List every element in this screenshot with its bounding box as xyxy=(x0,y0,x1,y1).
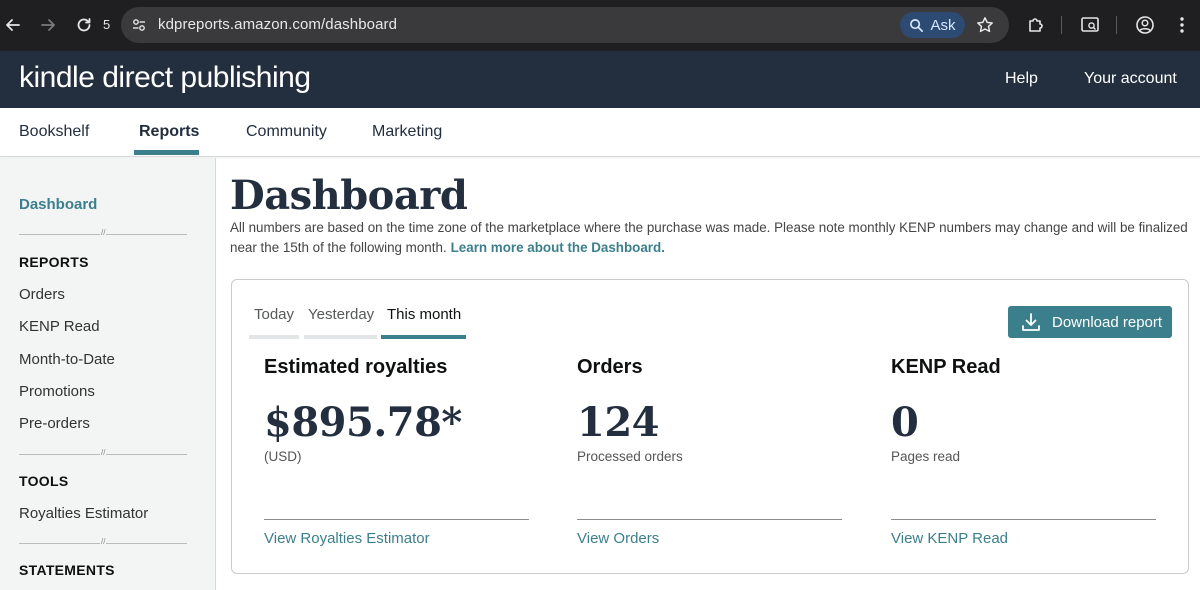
toolbar-divider xyxy=(1116,16,1117,34)
active-tab-indicator xyxy=(134,150,199,155)
star-icon xyxy=(977,17,993,33)
sidebar-item-kenp-read[interactable]: KENP Read xyxy=(19,318,100,335)
address-bar[interactable]: kdpreports.amazon.com/dashboard Ask xyxy=(121,7,1009,43)
search-icon xyxy=(910,18,924,32)
metric-value: 0 xyxy=(891,399,919,446)
sidebar-divider xyxy=(19,537,187,546)
tab-search-icon xyxy=(1081,17,1099,32)
metric-title: Estimated royalties xyxy=(264,356,448,378)
page-title: Dashboard xyxy=(230,172,468,219)
main-nav: Bookshelf Reports Community Marketing xyxy=(0,108,1200,157)
sidebar: Dashboard REPORTS Orders KENP Read Month… xyxy=(0,158,216,590)
back-button[interactable] xyxy=(0,12,26,38)
dashboard-card: Today Yesterday This month Download repo… xyxy=(231,279,1189,574)
view-orders-link[interactable]: View Orders xyxy=(577,530,659,547)
view-kenp-read-link[interactable]: View KENP Read xyxy=(891,530,1008,547)
intro-body: All numbers are based on the time zone o… xyxy=(230,220,1188,255)
tab-reports[interactable]: Reports xyxy=(139,123,199,141)
tab-search-button[interactable] xyxy=(1078,13,1102,37)
sidebar-divider xyxy=(19,228,187,237)
kdp-logo[interactable]: kindle direct publishing xyxy=(19,61,311,95)
account-icon xyxy=(1136,16,1154,34)
metric-subtitle: Processed orders xyxy=(577,449,683,464)
period-tab-today[interactable]: Today xyxy=(254,306,294,323)
site-settings-icon[interactable] xyxy=(131,17,147,33)
learn-more-link[interactable]: Learn more about the Dashboard. xyxy=(451,240,665,255)
metric-value: $895.78* xyxy=(264,399,462,446)
sidebar-item-promotions[interactable]: Promotions xyxy=(19,383,95,400)
help-link[interactable]: Help xyxy=(1005,70,1038,88)
sidebar-heading-reports: REPORTS xyxy=(19,254,89,270)
menu-button[interactable] xyxy=(1170,13,1194,37)
reload-button[interactable] xyxy=(71,12,97,38)
logo-kindle: kindle xyxy=(19,61,95,94)
tab-bookshelf[interactable]: Bookshelf xyxy=(19,123,89,141)
metric-orders: Orders 124 Processed orders View Orders xyxy=(577,356,842,547)
sidebar-item-orders[interactable]: Orders xyxy=(19,286,65,303)
metric-divider xyxy=(577,519,842,520)
tab-marketing[interactable]: Marketing xyxy=(372,123,442,141)
period-tab-this-month[interactable]: This month xyxy=(387,306,461,323)
metric-subtitle: Pages read xyxy=(891,449,961,464)
your-account-link[interactable]: Your account xyxy=(1084,70,1177,88)
sidebar-item-pre-orders[interactable]: Pre-orders xyxy=(19,415,90,432)
period-tab-active-bar xyxy=(381,335,466,339)
bookmark-button[interactable] xyxy=(973,13,997,37)
url-text[interactable]: kdpreports.amazon.com/dashboard xyxy=(158,16,397,33)
metric-kenp-read: KENP Read 0 Pages read View KENP Read xyxy=(891,356,1156,547)
download-report-button[interactable]: Download report xyxy=(1008,306,1172,338)
metric-value: 124 xyxy=(577,399,660,446)
intro-text: All numbers are based on the time zone o… xyxy=(230,218,1190,258)
period-tab-bar xyxy=(304,335,377,339)
arrow-left-icon xyxy=(6,19,20,31)
sidebar-item-dashboard[interactable]: Dashboard xyxy=(19,196,97,213)
download-report-label: Download report xyxy=(1052,313,1163,331)
forward-button[interactable] xyxy=(35,12,61,38)
sidebar-item-royalties-estimator[interactable]: Royalties Estimator xyxy=(19,505,148,522)
toolbar-divider xyxy=(1061,16,1062,34)
sidebar-heading-statements: STATEMENTS xyxy=(19,562,115,578)
metric-subtitle: (USD) xyxy=(264,449,302,464)
metric-estimated-royalties: Estimated royalties $895.78* (USD) View … xyxy=(264,356,529,547)
site-header: kindle direct publishing Help Your accou… xyxy=(0,51,1200,108)
puzzle-icon xyxy=(1029,18,1043,32)
metric-title: Orders xyxy=(577,356,643,378)
extensions-button[interactable] xyxy=(1024,13,1048,37)
profile-button[interactable] xyxy=(1133,13,1157,37)
metric-divider xyxy=(264,519,529,520)
tab-count: 5 xyxy=(103,17,111,32)
reload-icon xyxy=(77,18,91,32)
sidebar-divider xyxy=(19,448,187,457)
download-icon xyxy=(1022,313,1040,331)
ask-button[interactable]: Ask xyxy=(900,12,965,38)
browser-toolbar: 5 kdpreports.amazon.com/dashboard Ask xyxy=(0,0,1200,51)
arrow-right-icon xyxy=(41,19,55,31)
ask-label: Ask xyxy=(930,16,956,34)
sidebar-item-month-to-date[interactable]: Month-to-Date xyxy=(19,351,115,368)
metric-title: KENP Read xyxy=(891,356,1001,378)
tab-community[interactable]: Community xyxy=(246,123,327,141)
sidebar-heading-tools: TOOLS xyxy=(19,473,69,489)
metric-divider xyxy=(891,519,1156,520)
logo-direct-publishing: direct publishing xyxy=(94,61,311,94)
kebab-menu-icon xyxy=(1180,17,1184,33)
view-royalties-estimator-link[interactable]: View Royalties Estimator xyxy=(264,530,430,547)
period-tab-yesterday[interactable]: Yesterday xyxy=(308,306,374,323)
period-tab-bar xyxy=(249,335,299,339)
